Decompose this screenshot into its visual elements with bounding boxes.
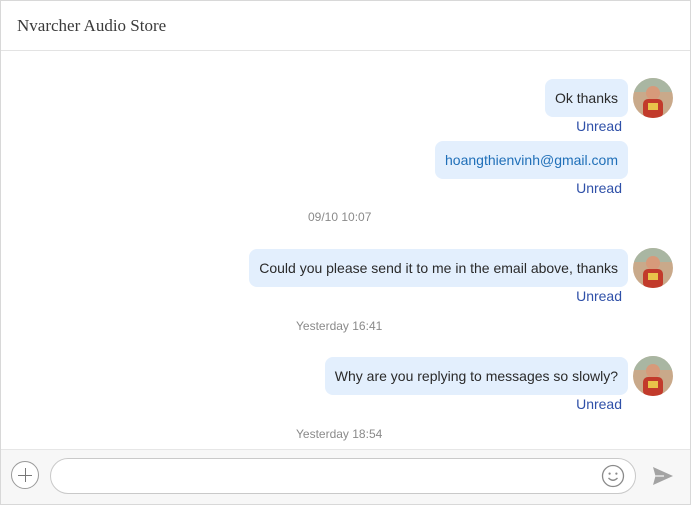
avatar-image: [633, 248, 673, 288]
message-status: Unread: [576, 180, 622, 196]
smiley-icon: [601, 464, 625, 488]
message-composer: [1, 449, 690, 504]
email-link-bubble[interactable]: hoangthienvinh@gmail.com: [435, 141, 628, 179]
avatar[interactable]: [633, 248, 673, 288]
send-button[interactable]: [651, 465, 675, 487]
chat-window: Nvarcher Audio Store Ok thanks Unread ho…: [0, 0, 691, 505]
message-bubble[interactable]: Ok thanks: [544, 79, 628, 117]
avatar-image: [633, 78, 673, 118]
message-input[interactable]: [50, 458, 636, 494]
paper-plane-icon: [653, 467, 673, 485]
add-attachment-button[interactable]: [11, 461, 39, 489]
message-bubble[interactable]: Why are you replying to messages so slow…: [324, 357, 628, 395]
chat-header: Nvarcher Audio Store: [1, 1, 690, 51]
avatar-image: [633, 356, 673, 396]
store-name: Nvarcher Audio Store: [17, 16, 167, 35]
message-status: Unread: [576, 288, 622, 304]
avatar[interactable]: [633, 356, 673, 396]
timestamp: 09/10 10:07: [308, 210, 372, 224]
timestamp: Yesterday 16:41: [296, 319, 383, 333]
message-status: Unread: [576, 118, 622, 134]
message-list[interactable]: Ok thanks Unread hoangthienvinh@gmail.co…: [1, 51, 690, 449]
message-bubble[interactable]: Could you please send it to me in the em…: [249, 249, 628, 287]
message-status: Unread: [576, 396, 622, 412]
avatar[interactable]: [633, 78, 673, 118]
emoji-button[interactable]: [601, 464, 625, 488]
timestamp: Yesterday 18:54: [296, 427, 383, 441]
